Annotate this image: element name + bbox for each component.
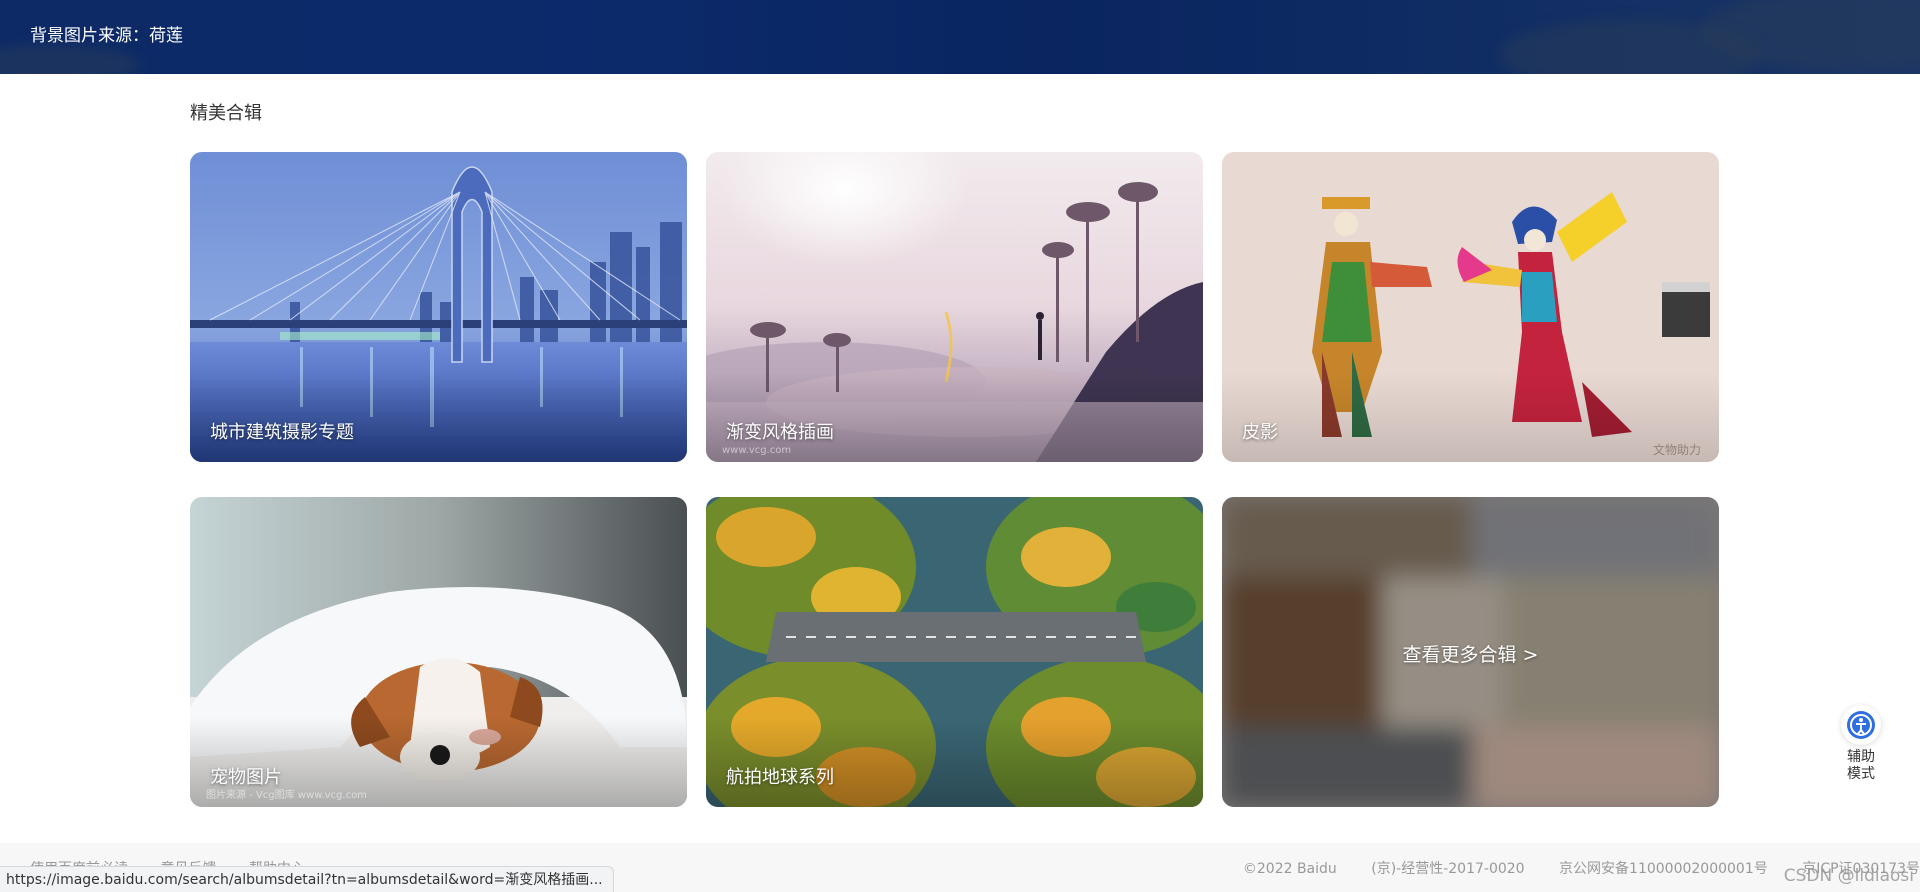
- album-card-city-architecture[interactable]: 城市建筑摄影专题: [190, 152, 687, 462]
- browser-status-url: https://image.baidu.com/search/albumsdet…: [0, 866, 614, 892]
- see-more-albums-link[interactable]: 查看更多合辑 >: [1222, 640, 1719, 667]
- accessibility-icon: [1841, 705, 1881, 745]
- csdn-watermark: CSDN @lldiaosi: [1783, 866, 1914, 886]
- accessibility-mode-button[interactable]: 辅助 模式: [1838, 705, 1884, 783]
- album-card-pets[interactable]: 宠物图片 图片来源 - Vcg图库 www.vcg.com: [190, 497, 687, 807]
- footer-copyright: ©2022 Baidu: [1242, 861, 1337, 877]
- accessibility-label-1: 辅助: [1847, 749, 1875, 765]
- album-label: 渐变风格插画: [726, 422, 834, 443]
- section-title: 精美合辑: [190, 103, 262, 124]
- album-card-shadow-puppet[interactable]: 皮影 文物助力: [1222, 152, 1719, 462]
- album-label: 城市建筑摄影专题: [210, 422, 354, 443]
- album-card-aerial-earth[interactable]: 航拍地球系列: [706, 497, 1203, 807]
- background-source-text: 背景图片来源：荷莲: [30, 26, 183, 46]
- accessibility-label-2: 模式: [1847, 766, 1875, 782]
- footer-license-2[interactable]: 京公网安备11000002000001号: [1559, 861, 1768, 877]
- footer-license-1[interactable]: (京)-经营性-2017-0020: [1371, 861, 1524, 877]
- album-label: 皮影: [1242, 422, 1278, 443]
- see-more-albums-card[interactable]: 查看更多合辑 >: [1222, 497, 1719, 807]
- image-watermark: 图片来源 - Vcg图库 www.vcg.com: [206, 790, 367, 801]
- image-watermark: www.vcg.com: [722, 445, 792, 456]
- header-banner: 背景图片来源：荷莲: [0, 0, 1920, 74]
- image-watermark: 文物助力: [1652, 443, 1701, 457]
- album-label: 航拍地球系列: [726, 767, 834, 788]
- album-card-gradient-illustration[interactable]: 渐变风格插画 www.vcg.com: [706, 152, 1203, 462]
